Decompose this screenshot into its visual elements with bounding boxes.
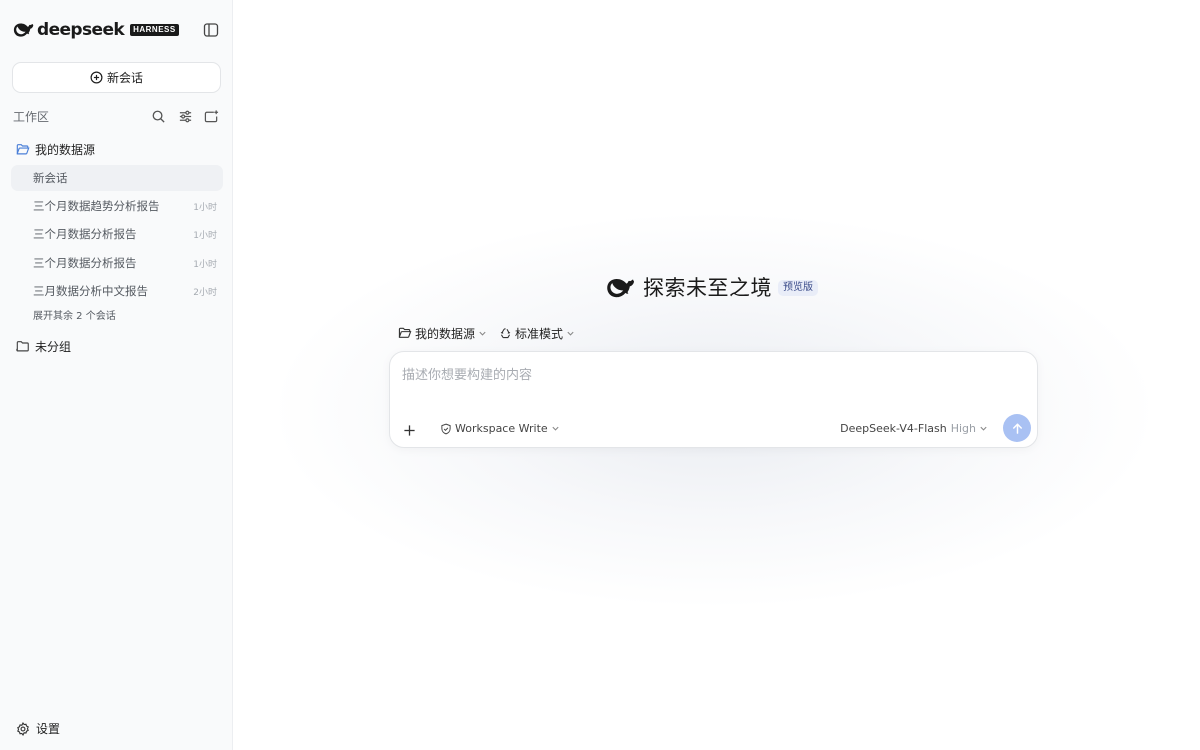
session-time: 1小时 bbox=[193, 230, 217, 241]
session-item[interactable]: 新会话 bbox=[11, 165, 223, 191]
model-name: DeepSeek-V4-Flash bbox=[840, 422, 947, 435]
group-my-datasource[interactable]: 我的数据源 bbox=[16, 141, 95, 157]
model-selector[interactable]: DeepSeek-V4-Flash High bbox=[840, 422, 988, 435]
session-title: 三月数据分析中文报告 bbox=[33, 284, 148, 298]
sliders-icon bbox=[179, 110, 192, 123]
sidebar: deepseek HARNESS 新会话 工作区 我的数据源 新会话 三个月数据… bbox=[0, 0, 233, 750]
shield-icon bbox=[441, 423, 451, 434]
chevron-down-icon bbox=[552, 426, 559, 431]
permission-label: Workspace Write bbox=[455, 422, 548, 435]
session-time: 1小时 bbox=[193, 259, 217, 270]
expand-more-sessions-link[interactable]: 展开其余 2 个会话 bbox=[33, 310, 116, 324]
folder-open-icon bbox=[398, 327, 412, 338]
prompt-input[interactable] bbox=[402, 364, 1022, 404]
session-title: 新会话 bbox=[33, 171, 68, 185]
main-area: 探索未至之境 预览版 我的数据源 标准模式 描述你想要构建的内容 Workspa… bbox=[234, 0, 1200, 750]
permission-selector[interactable]: Workspace Write bbox=[440, 422, 560, 435]
settings-button[interactable]: 设置 bbox=[16, 720, 60, 737]
folder-plus-icon bbox=[204, 110, 219, 123]
chevron-down-icon bbox=[980, 426, 987, 431]
brand-name: deepseek bbox=[37, 20, 125, 40]
new-chat-button[interactable]: 新会话 bbox=[12, 62, 221, 93]
model-level: High bbox=[950, 422, 976, 435]
whale-logo-icon bbox=[13, 23, 34, 37]
hero-title: 探索未至之境 bbox=[643, 276, 772, 300]
group-label: 未分组 bbox=[35, 339, 72, 354]
session-time: 2小时 bbox=[193, 287, 217, 298]
attach-button[interactable] bbox=[398, 419, 420, 441]
composer: Workspace Write DeepSeek-V4-Flash High bbox=[389, 351, 1038, 448]
session-item[interactable]: 三月数据分析中文报告 2小时 bbox=[11, 278, 223, 304]
plus-circle-icon bbox=[90, 71, 103, 84]
mode-selector-label: 标准模式 bbox=[515, 326, 564, 341]
folder-open-icon bbox=[16, 143, 30, 154]
session-item[interactable]: 三个月数据分析报告 1小时 bbox=[11, 221, 223, 247]
gear-icon bbox=[17, 721, 29, 736]
send-button[interactable] bbox=[1003, 414, 1031, 442]
folder-icon bbox=[16, 340, 29, 352]
session-time: 1小时 bbox=[193, 202, 217, 213]
group-ungrouped[interactable]: 未分组 bbox=[16, 338, 71, 354]
recycle-icon bbox=[500, 327, 511, 338]
sidebar-panel-icon bbox=[203, 23, 219, 37]
brand-badge: HARNESS bbox=[130, 24, 179, 36]
workspace-label: 工作区 bbox=[13, 110, 50, 124]
session-item[interactable]: 三个月数据趋势分析报告 1小时 bbox=[11, 193, 223, 219]
sidebar-toggle-button[interactable] bbox=[203, 22, 219, 38]
session-title: 三个月数据分析报告 bbox=[33, 227, 137, 241]
whale-logo-icon bbox=[607, 279, 634, 298]
group-label: 我的数据源 bbox=[35, 142, 96, 157]
session-item[interactable]: 三个月数据分析报告 1小时 bbox=[11, 250, 223, 276]
new-chat-label: 新会话 bbox=[106, 71, 143, 85]
datasource-selector[interactable]: 我的数据源 bbox=[398, 325, 487, 341]
arrow-up-icon bbox=[1012, 423, 1022, 434]
chevron-down-icon bbox=[567, 331, 574, 336]
hero-heading: 探索未至之境 预览版 bbox=[606, 274, 818, 302]
settings-label: 设置 bbox=[36, 722, 61, 736]
chevron-down-icon bbox=[479, 331, 486, 336]
search-icon bbox=[152, 110, 165, 123]
search-sessions-button[interactable] bbox=[151, 109, 166, 124]
filter-sessions-button[interactable] bbox=[178, 109, 193, 124]
datasource-selector-label: 我的数据源 bbox=[415, 326, 476, 341]
session-title: 三个月数据趋势分析报告 bbox=[33, 199, 160, 213]
brand-logo: deepseek HARNESS bbox=[13, 20, 179, 40]
plus-icon bbox=[403, 424, 415, 436]
mode-selector[interactable]: 标准模式 bbox=[499, 325, 575, 341]
preview-badge: 预览版 bbox=[778, 280, 818, 296]
new-folder-button[interactable] bbox=[204, 109, 219, 124]
session-title: 三个月数据分析报告 bbox=[33, 256, 137, 270]
